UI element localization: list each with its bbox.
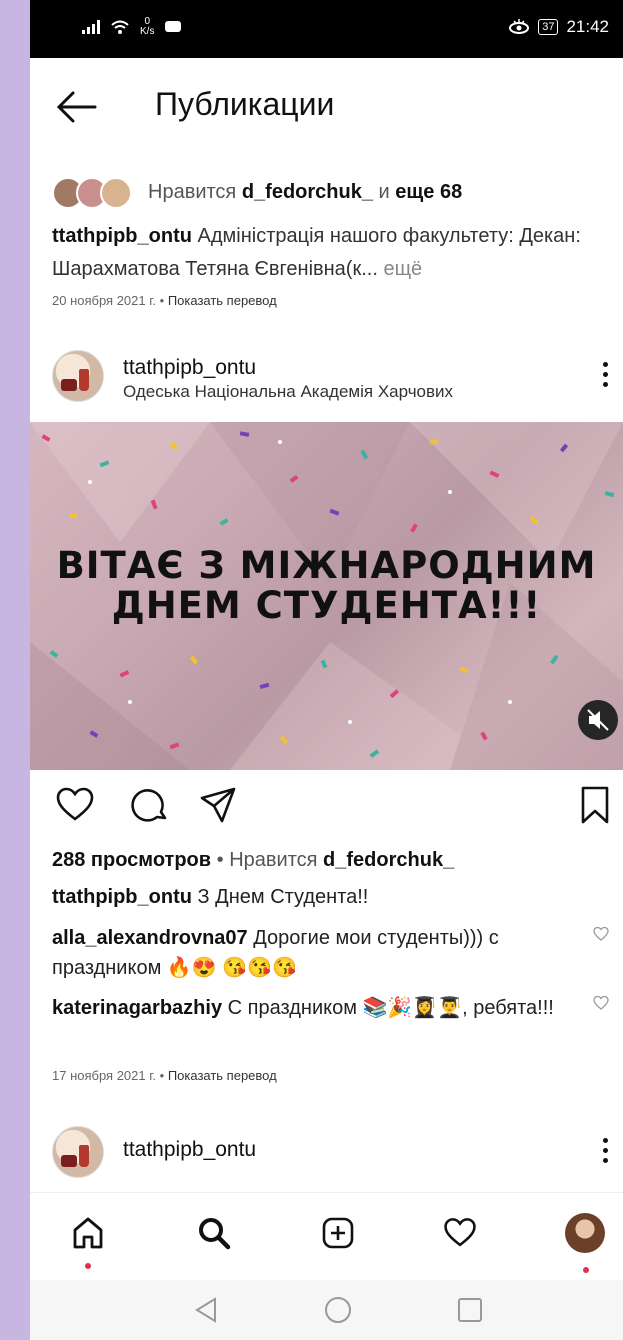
translate-link[interactable]: Показать перевод xyxy=(168,293,277,308)
post2-date-row: 17 ноября 2021 г. • Показать перевод xyxy=(52,1068,277,1083)
post1-caption[interactable]: ttathpipb_ontu Адміністрація нашого факу… xyxy=(52,220,612,286)
post2-header: ttathpipb_ontu Одеська Національна Акаде… xyxy=(30,348,623,408)
profile-avatar[interactable] xyxy=(565,1213,605,1253)
liked-user[interactable]: d_fedorchuk_ xyxy=(242,181,373,204)
home-icon[interactable] xyxy=(68,1213,108,1253)
liker-avatars xyxy=(52,177,140,209)
back-arrow-icon[interactable] xyxy=(55,90,99,124)
post3-header: ttathpipb_ontu xyxy=(30,1124,623,1184)
post-location[interactable]: Одеська Національна Академія Харчових xyxy=(123,382,453,402)
home-circle-icon[interactable] xyxy=(324,1296,352,1324)
home-notification-dot xyxy=(85,1263,91,1269)
mute-icon[interactable] xyxy=(578,700,618,740)
media-text-line1: ВІТАЄ З МІЖНАРОДНИМ xyxy=(56,544,597,587)
comment-item: katerinagarbazhiy С праздником 📚🎉👩‍🎓👨‍🎓,… xyxy=(52,993,582,1023)
page-title: Публикации xyxy=(155,86,335,122)
comment-text: С праздником 📚🎉👩‍🎓👨‍🎓, ребята!!! xyxy=(227,997,554,1019)
net-speed: 0 K/s xyxy=(140,16,155,37)
system-nav xyxy=(30,1280,623,1340)
comment-username[interactable]: katerinagarbazhiy xyxy=(52,997,222,1019)
heart-icon[interactable] xyxy=(55,785,95,825)
caption-text: З Днем Студента!! xyxy=(197,886,369,908)
profile-notification-dot xyxy=(583,1267,589,1273)
more-icon[interactable] xyxy=(601,1138,609,1168)
more-link[interactable]: ещё xyxy=(383,258,422,280)
account-avatar[interactable] xyxy=(52,1126,104,1178)
media-text-line2: ДНЕМ СТУДЕНТА!!! xyxy=(111,584,542,627)
translate-link[interactable]: Показать перевод xyxy=(168,1068,277,1083)
liked-user[interactable]: d_fedorchuk_ xyxy=(323,849,454,871)
message-icon xyxy=(165,21,182,32)
bookmark-icon[interactable] xyxy=(578,785,612,825)
wifi-icon xyxy=(111,20,129,34)
clock: 21:42 xyxy=(566,17,609,36)
comment-like-heart-icon[interactable] xyxy=(593,926,609,942)
back-triangle-icon[interactable] xyxy=(193,1296,219,1324)
activity-icon[interactable] xyxy=(440,1213,480,1253)
post2-caption: ttathpipb_ontu З Днем Студента!! xyxy=(52,882,597,912)
share-icon[interactable] xyxy=(198,785,238,825)
post1-date-row: 20 ноября 2021 г. • Показать перевод xyxy=(52,293,277,308)
caption-username[interactable]: ttathpipb_ontu xyxy=(52,886,192,908)
battery-icon: 37 xyxy=(538,19,559,35)
comment-like-heart-icon[interactable] xyxy=(593,995,609,1011)
caption-username[interactable]: ttathpipb_ontu xyxy=(52,225,192,247)
post-actions xyxy=(30,785,623,830)
recents-square-icon[interactable] xyxy=(457,1296,483,1324)
comment-username[interactable]: alla_alexandrovna07 xyxy=(52,927,248,949)
comment-icon[interactable] xyxy=(130,785,170,825)
header: Публикации xyxy=(30,70,623,140)
account-avatar[interactable] xyxy=(52,350,104,402)
search-icon[interactable] xyxy=(194,1213,234,1253)
comment-item: alla_alexandrovna07 Дорогие мои студенты… xyxy=(52,923,582,983)
new-post-icon[interactable] xyxy=(318,1213,358,1253)
post-username[interactable]: ttathpipb_ontu xyxy=(123,356,256,380)
status-bar: 0 K/s 37 21:42 xyxy=(30,0,623,58)
views-likes-row[interactable]: 288 просмотров • Нравится d_fedorchuk_ xyxy=(52,845,597,875)
post-media[interactable]: ВІТАЄ З МІЖНАРОДНИМ ДНЕМ СТУДЕНТА!!! xyxy=(30,422,623,770)
post-username[interactable]: ttathpipb_ontu xyxy=(123,1138,256,1162)
signal-icon xyxy=(82,20,100,34)
bottom-nav xyxy=(30,1192,623,1281)
likes-row[interactable]: Нравится d_fedorchuk_ и еще 68 xyxy=(52,175,462,209)
eye-comfort-icon xyxy=(509,19,530,34)
more-icon[interactable] xyxy=(601,362,609,392)
phone-screen: 0 K/s 37 21:42 Публикации Нравится d_fedo… xyxy=(30,0,623,1340)
